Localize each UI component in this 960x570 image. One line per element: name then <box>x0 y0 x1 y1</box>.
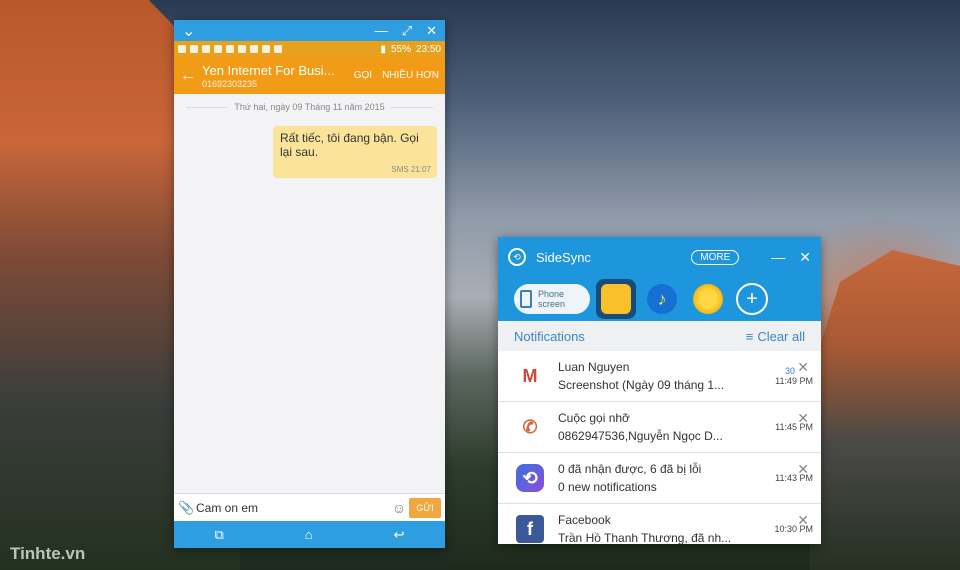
phone-screen-label-1: Phone <box>538 289 565 299</box>
notification-title: Cuộc gọi nhỡ <box>558 411 630 425</box>
date-divider: Thứ hai, ngày 09 Tháng 11 năm 2015 <box>186 102 433 112</box>
facebook-status-icon <box>226 45 234 53</box>
add-app-button[interactable]: + <box>736 283 768 315</box>
call-button[interactable]: GỌI <box>354 70 372 81</box>
notification-count: 30 <box>784 366 795 376</box>
facebook-status-icon <box>190 45 198 53</box>
more-status-icon <box>274 45 282 53</box>
messenger-status-icon <box>262 45 270 53</box>
facebook-status-icon <box>214 45 222 53</box>
conversation-appbar: ← Yen Internet For Busi... 01692303235 G… <box>174 57 445 94</box>
music-app-button[interactable]: ♪ <box>642 279 682 319</box>
phone-statusbar: ▮ 55% 23:50 <box>174 41 445 57</box>
phone-screen-button[interactable]: Phone screen <box>514 284 590 314</box>
close-icon[interactable]: ✕ <box>426 23 437 39</box>
back-arrow-icon[interactable]: ← <box>180 67 202 85</box>
notification-title: Facebook <box>558 513 611 527</box>
missed-call-icon: ✆ <box>522 416 538 437</box>
facebook-status-icon <box>238 45 246 53</box>
more-button[interactable]: NHIỀU HƠN <box>382 70 439 81</box>
notifications-bar: Notifications ≡ Clear all <box>498 321 821 351</box>
close-icon[interactable]: ✕ <box>799 249 811 266</box>
android-navbar: ⧉ ⌂ ↩ <box>174 521 445 548</box>
dismiss-icon[interactable]: ✕ <box>797 359 809 376</box>
message-meta: SMS 21:07 <box>391 165 431 174</box>
minimize-icon[interactable]: — <box>771 249 785 265</box>
notification-body: Screenshot (Ngày 09 tháng 1... <box>558 378 725 392</box>
message-input[interactable] <box>196 500 389 515</box>
sidesync-logo-icon: ⟲ <box>508 248 526 266</box>
collapse-chevron-icon[interactable]: ⌄ <box>182 21 195 41</box>
dismiss-icon[interactable]: ✕ <box>797 410 809 427</box>
facebook-status-icon <box>202 45 210 53</box>
music-note-icon: ♪ <box>647 284 677 314</box>
upload-status-icon <box>250 45 258 53</box>
home-icon[interactable]: ⌂ <box>305 527 313 542</box>
expand-icon[interactable]: ⤢ <box>402 23 412 39</box>
sidesync-icon: ⟲ <box>516 464 544 492</box>
notification-body: Trần Hồ Thanh Thương, đã nh... <box>558 531 732 544</box>
sidesync-title: SideSync <box>536 249 591 265</box>
notification-item[interactable]: f Facebook Trần Hồ Thanh Thương, đã nh..… <box>498 504 821 544</box>
more-button[interactable]: MORE <box>691 249 740 265</box>
notification-item[interactable]: ⟲ 0 đã nhận được, 6 đã bị lỗi 0 new noti… <box>498 453 821 504</box>
notification-time: 11:49 PM <box>775 376 813 386</box>
phone-icon <box>520 290 532 308</box>
message-composer: 📎 ☺ GỬI <box>174 493 445 521</box>
watermark: Tinhte.vn <box>10 544 86 563</box>
clear-all-button[interactable]: ≡ Clear all <box>746 329 805 344</box>
notification-body: 0862947536,Nguyễn Ngọc D... <box>558 429 723 443</box>
notification-body: 0 new notifications <box>558 480 657 494</box>
notification-item[interactable]: M Luan Nguyen Screenshot (Ngày 09 tháng … <box>498 351 821 402</box>
phone-window-titlebar: ⌄ — ⤢ ✕ <box>174 20 445 41</box>
minimize-icon[interactable]: — <box>375 23 388 39</box>
back-icon[interactable]: ↩ <box>394 527 405 543</box>
send-button[interactable]: GỬI <box>409 497 441 518</box>
notification-title: 0 đã nhận được, 6 đã bị lỗi <box>558 462 702 476</box>
notification-icons <box>178 45 282 53</box>
status-time: 23:50 <box>415 43 441 55</box>
contact-name: Yen Internet For Busi... <box>202 62 335 78</box>
gallery-flower-icon <box>693 284 723 314</box>
dismiss-icon[interactable]: ✕ <box>797 461 809 478</box>
message-text: Rất tiếc, tôi đang bận. Gọi lại sau. <box>280 131 419 159</box>
gmail-icon: M <box>522 365 538 386</box>
emoji-icon[interactable]: ☺ <box>389 500 409 516</box>
phone-screen-label-2: screen <box>538 299 566 309</box>
facebook-status-icon <box>178 45 186 53</box>
clear-all-label: Clear all <box>757 328 805 344</box>
gallery-app-button[interactable] <box>688 279 728 319</box>
message-bubble[interactable]: Rất tiếc, tôi đang bận. Gọi lại sau. SMS… <box>273 126 437 178</box>
clear-all-icon: ≡ <box>745 328 754 344</box>
battery-level: 55% <box>390 43 411 55</box>
contact-number: 01692303235 <box>202 78 258 89</box>
notification-title: Luan Nguyen <box>558 360 630 374</box>
signal-icon: ▮ <box>380 43 386 55</box>
sidesync-header: ⟲ SideSync MORE — ✕ Phone screen ♪ + <box>498 237 821 321</box>
recent-apps-icon[interactable]: ⧉ <box>214 527 223 543</box>
sidesync-window: ⟲ SideSync MORE — ✕ Phone screen ♪ + Not… <box>498 237 821 544</box>
notes-icon <box>601 284 631 314</box>
notes-app-button[interactable] <box>596 279 636 319</box>
contact-header: Yen Internet For Busi... 01692303235 <box>202 63 354 89</box>
attach-paperclip-icon[interactable]: 📎 <box>178 500 196 516</box>
notifications-label: Notifications <box>514 328 585 344</box>
notification-item[interactable]: ✆ Cuộc gọi nhỡ 0862947536,Nguyễn Ngọc D.… <box>498 402 821 453</box>
wallpaper-cliff-right <box>810 250 960 570</box>
dismiss-icon[interactable]: ✕ <box>797 512 809 529</box>
facebook-icon: f <box>516 515 544 543</box>
phone-window: ⌄ — ⤢ ✕ ▮ 55% 23:50 ← Yen Internet For B… <box>174 20 445 548</box>
